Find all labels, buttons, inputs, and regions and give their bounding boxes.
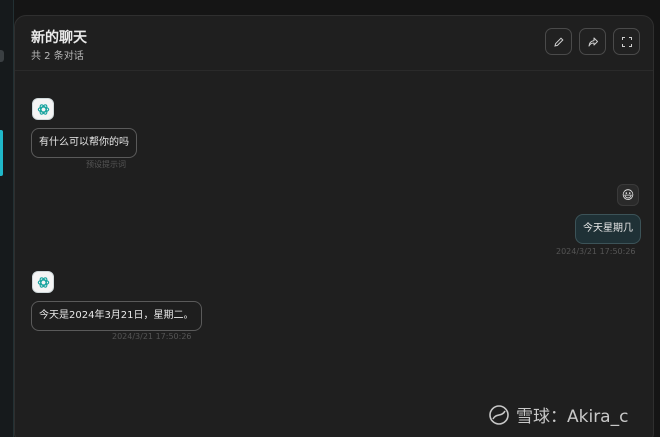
openai-icon [37,103,49,115]
edit-button[interactable] [545,28,572,55]
user-avatar: 😃 [617,184,639,206]
sidebar-edge [0,0,14,437]
watermark: 雪球：Akira_c [488,402,628,427]
fullscreen-icon [621,36,632,47]
sidebar-item-indicator[interactable] [0,50,4,62]
sidebar-active-indicator[interactable] [0,130,3,176]
chat-header: 新的聊天 共 2 条对话 [15,16,653,71]
message-timestamp: 2024/3/21 17:50:26 [112,332,192,341]
snowball-logo-icon [489,404,509,425]
smiley-icon: 😃 [621,188,635,202]
openai-icon [37,276,49,288]
watermark-text: 雪球：Akira_c [516,407,629,427]
assistant-message-bubble: 有什么可以帮你的吗 [31,128,137,158]
fullscreen-button[interactable] [613,28,640,55]
chat-message-count: 共 2 条对话 [31,51,84,62]
message-meta: 预设提示词 [86,160,126,169]
share-button[interactable] [579,28,606,55]
share-icon [588,37,598,46]
assistant-avatar [32,98,54,120]
chat-title: 新的聊天 [31,30,87,46]
assistant-avatar [32,271,54,293]
pencil-icon [553,36,564,47]
assistant-message-bubble: 今天是2024年3月21日，星期二。 [31,301,202,331]
chat-panel: 新的聊天 共 2 条对话 有什么可以帮你的吗 预设提示词 😃 今天星期几 202… [14,15,654,437]
message-timestamp: 2024/3/21 17:50:26 [556,247,636,256]
user-message-bubble: 今天星期几 [575,214,641,244]
